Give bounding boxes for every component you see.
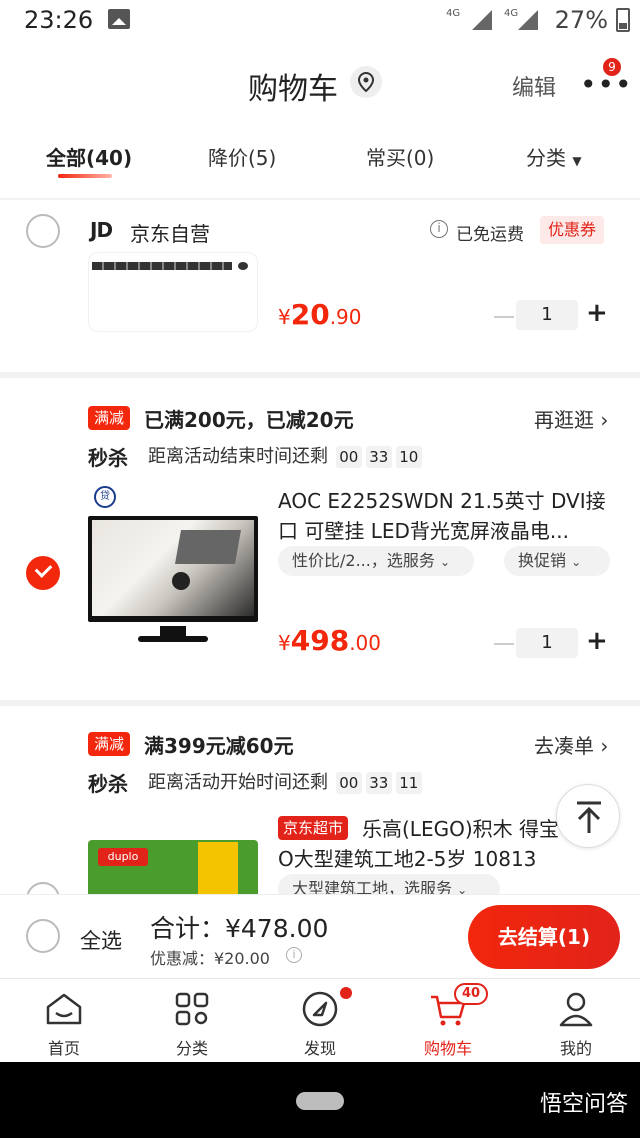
discount-amount: 优惠减：¥20.00 <box>150 949 270 968</box>
product-image-2[interactable]: 贷 <box>88 482 258 658</box>
qty-decrease-button[interactable] <box>494 643 514 645</box>
qty-increase-button[interactable]: + <box>586 626 608 656</box>
add-items-link[interactable]: 去凑单 › <box>534 730 608 759</box>
service-selector[interactable]: 性价比/2...，选服务 ⌄ <box>278 546 474 576</box>
nav-discover-label: 发现 <box>303 1039 336 1058</box>
cart-count-badge: 40 <box>454 983 489 1005</box>
flash-sale-timer: 距离活动结束时间还剩 00 33 10 <box>148 442 424 468</box>
discover-red-dot <box>340 987 352 999</box>
nav-cart-label: 购物车 <box>423 1039 472 1058</box>
signal-icon-2 <box>518 10 538 30</box>
item2-price: ¥498.00 <box>278 624 381 657</box>
timer-hours: 00 <box>335 446 362 468</box>
nav-category-label: 分类 <box>175 1039 208 1058</box>
checkout-button[interactable]: 去结算(1) <box>468 905 620 969</box>
timer-minutes: 33 <box>365 446 392 468</box>
system-nav-bar: 悟空问答 <box>0 1062 640 1138</box>
status-bar: 23:26 4G 4G 27% <box>0 0 640 42</box>
service-selector[interactable]: 大型建筑工地，选服务 ⌄ <box>278 874 500 894</box>
arrow-up-icon <box>577 801 601 833</box>
quantity-input[interactable]: 1 <box>516 628 578 658</box>
nav-home-label: 首页 <box>47 1039 80 1058</box>
status-time: 23:26 <box>24 6 94 34</box>
timer-hours: 00 <box>335 772 362 794</box>
shipping-status: 已免运费 <box>456 225 524 245</box>
jd-logo: JD <box>90 218 113 242</box>
item-select-checkbox-checked[interactable] <box>26 556 60 590</box>
message-badge: 9 <box>603 58 621 76</box>
timer-seconds: 10 <box>395 446 422 468</box>
edit-button[interactable]: 编辑 <box>512 70 556 102</box>
signal-icon-1 <box>472 10 492 30</box>
info-icon: i <box>430 220 448 238</box>
timer-minutes: 33 <box>365 772 392 794</box>
nav-category[interactable]: 分类 <box>128 979 256 1063</box>
bottom-nav: 首页 分类 发现 40 购物车 我的 <box>0 978 640 1062</box>
promo-text: 满399元减60元 <box>144 734 294 758</box>
item2-name[interactable]: AOC E2252SWDN 21.5英寸 DVI接口 可壁挂 LED背光宽屏液晶… <box>278 486 618 546</box>
gallery-notification-icon <box>108 9 130 29</box>
tab-category[interactable]: 分类 ▼ <box>526 142 582 171</box>
nav-profile-label: 我的 <box>559 1039 592 1058</box>
home-gesture-bar[interactable] <box>296 1092 344 1110</box>
tab-frequent[interactable]: 常买(0) <box>366 142 434 171</box>
timer-seconds: 11 <box>395 772 422 794</box>
watermark-text: 悟空问答 <box>539 1092 628 1117</box>
qty-increase-button[interactable]: + <box>586 298 608 328</box>
cart-tabs: 全部(40) 降价(5) 常买(0) 分类 ▼ <box>0 122 640 198</box>
quantity-input[interactable]: 1 <box>516 300 578 330</box>
promo-text: 已满200元，已减20元 <box>144 408 354 432</box>
select-all-checkbox[interactable] <box>26 919 60 953</box>
item-select-checkbox[interactable] <box>26 882 60 894</box>
page-title: 购物车 <box>248 72 338 107</box>
back-to-top-button[interactable] <box>556 784 620 848</box>
qty-decrease-button[interactable] <box>494 316 514 318</box>
item1-price: ¥20.90 <box>278 298 362 331</box>
caret-down-icon: ▼ <box>572 154 582 168</box>
promo-card-2: 满减 满399元减60元 去凑单 › 秒杀 距离活动开始时间还剩 00 33 11 … <box>0 706 640 894</box>
battery-icon <box>616 8 630 32</box>
flash-sale-label: 秒杀 <box>88 772 128 796</box>
store-card-jd: JD 京东自营 i 已免运费 优惠券 ¥20.90 1 + <box>0 200 640 372</box>
nav-cart[interactable]: 40 购物车 <box>384 979 512 1063</box>
home-icon <box>46 993 82 1025</box>
tab-category-label: 分类 <box>526 146 566 170</box>
nav-discover[interactable]: 发现 <box>256 979 384 1063</box>
tab-price-drop[interactable]: 降价(5) <box>208 142 276 171</box>
discover-icon <box>302 991 338 1027</box>
browse-more-link[interactable]: 再逛逛 › <box>534 404 608 433</box>
promo-card-1: 满减 已满200元，已减20元 再逛逛 › 秒杀 距离活动结束时间还剩 00 33… <box>0 378 640 700</box>
product-image-3[interactable]: duplo <box>88 818 258 894</box>
location-icon[interactable] <box>350 66 382 98</box>
nav-home[interactable]: 首页 <box>0 979 128 1063</box>
flash-sale-label: 秒杀 <box>88 446 128 470</box>
flash-sale-timer: 距离活动开始时间还剩 00 33 11 <box>148 768 424 794</box>
promo-tag: 满减 <box>88 406 131 430</box>
nav-profile[interactable]: 我的 <box>512 979 640 1063</box>
total-amount: 合计：¥478.00 <box>150 914 329 943</box>
active-tab-indicator <box>58 174 112 178</box>
category-icon <box>175 992 209 1026</box>
discount-info-icon[interactable]: i <box>286 947 302 963</box>
coupon-button[interactable]: 优惠券 <box>540 216 605 244</box>
profile-icon <box>559 992 593 1027</box>
checkout-bar: 全选 合计：¥478.00 优惠减：¥20.00 i 去结算(1) <box>0 894 640 978</box>
store-name[interactable]: 京东自营 <box>130 218 210 247</box>
network-type-1: 4G <box>446 8 461 19</box>
app-header: 购物车 编辑 ••• 9 <box>0 42 640 122</box>
promo-tag: 满减 <box>88 732 131 756</box>
tab-all[interactable]: 全部(40) <box>46 142 132 171</box>
battery-percent: 27% <box>554 6 608 34</box>
select-all-label[interactable]: 全选 <box>80 925 122 955</box>
store-select-checkbox[interactable] <box>26 214 60 248</box>
change-promo-selector[interactable]: 换促销 ⌄ <box>504 546 610 576</box>
product-image-1[interactable] <box>88 252 258 332</box>
